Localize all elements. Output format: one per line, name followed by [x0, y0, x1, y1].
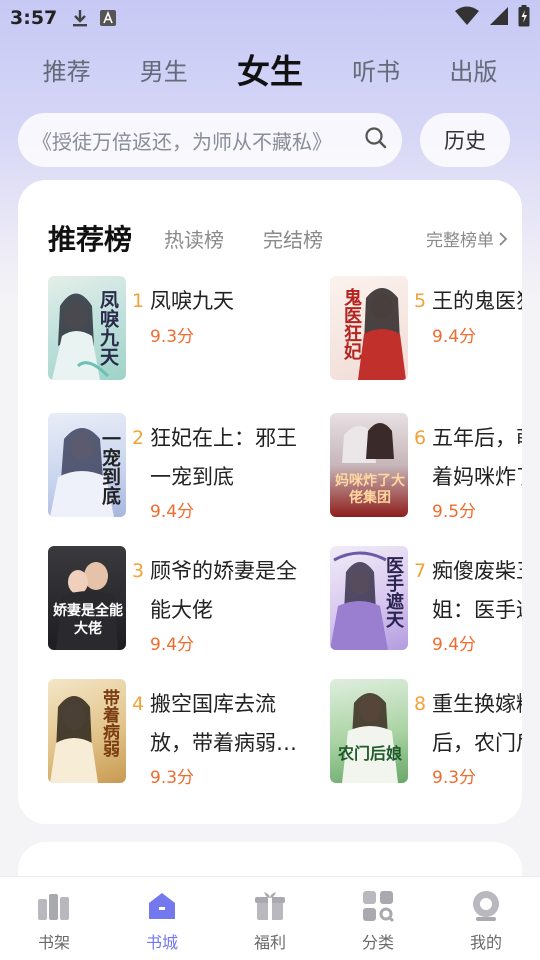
status-bar: 3:57 — [0, 0, 540, 36]
search-icon[interactable] — [364, 126, 388, 154]
profile-icon — [468, 889, 504, 923]
bookstore-icon — [144, 889, 180, 923]
history-button[interactable]: 历史 — [420, 113, 510, 167]
book-cover-title: 医手遮天 — [383, 556, 404, 628]
tab-finished-rank[interactable]: 完结榜 — [263, 224, 323, 253]
book-title: 狂妃在上：邪王一宠到底 — [150, 426, 297, 489]
nav-label: 书城 — [145, 933, 178, 952]
nav-label: 书架 — [37, 933, 70, 952]
book-cover-title: 带着病弱 — [99, 689, 119, 757]
book-cover-title: 农门后娘 — [337, 745, 402, 763]
rank-number: 3 — [132, 560, 145, 582]
book-cover-title: 娇妻是全能大佬 — [53, 603, 123, 637]
category-icon — [360, 889, 396, 923]
book-score: 9.4分 — [432, 635, 477, 655]
tab-audiobook[interactable]: 听书 — [352, 52, 400, 87]
book-score: 9.5分 — [432, 502, 477, 522]
ranking-card: 推荐榜 热读榜 完结榜 完整榜单 凤唳九天 1 凤唳九天 9.3分 一宠到底 2… — [18, 180, 522, 824]
nav-label: 我的 — [469, 933, 502, 952]
book-score: 9.3分 — [150, 768, 195, 788]
book-title: 凤唳九天 — [150, 289, 234, 313]
tab-hot-rank[interactable]: 热读榜 — [164, 224, 224, 253]
book-score: 9.4分 — [150, 635, 195, 655]
status-time: 3:57 — [10, 7, 58, 29]
bottom-nav: 书架 书城 福利 分类 我的 — [0, 876, 540, 960]
signal-icon — [489, 6, 509, 30]
nav-mine[interactable]: 我的 — [446, 877, 526, 953]
rank-number: 2 — [132, 427, 145, 449]
book-item[interactable]: 娇妻是全能大佬 3 顾爷的娇妻是全能大佬 9.4分 — [48, 546, 308, 656]
book-title: 顾爷的娇妻是全能大佬 — [150, 559, 297, 622]
book-cover-title: 一宠到底 — [99, 429, 121, 505]
rank-number: 6 — [414, 427, 427, 449]
book-score: 9.4分 — [432, 327, 477, 347]
gift-icon — [252, 889, 288, 923]
book-score: 9.3分 — [150, 327, 195, 347]
top-tabs: 推荐 男生 女生 听书 出版 — [0, 44, 540, 94]
bookshelf-icon — [36, 889, 72, 923]
download-icon — [71, 8, 89, 28]
book-item[interactable]: 医手遮天 7 痴傻废柴五小姐：医手遮天 9.4分 — [330, 546, 522, 656]
book-title: 五年后，萌宝带着妈咪炸了大佬集团 — [432, 426, 522, 489]
rank-number: 7 — [414, 560, 427, 582]
tab-publish[interactable]: 出版 — [449, 52, 497, 87]
tab-recommend[interactable]: 推荐 — [43, 52, 91, 87]
book-item[interactable]: 凤唳九天 1 凤唳九天 9.3分 — [48, 276, 308, 386]
book-cover-title: 鬼医狂妃 — [341, 288, 362, 360]
tab-female[interactable]: 女生 — [237, 45, 303, 93]
nav-welfare[interactable]: 福利 — [230, 877, 310, 953]
nav-bookshelf[interactable]: 书架 — [14, 877, 94, 953]
nav-bookstore[interactable]: 书城 — [122, 877, 202, 953]
search-row: 《授徒万倍返还，为师从不藏私》 历史 — [18, 113, 522, 167]
nav-category[interactable]: 分类 — [338, 877, 418, 953]
book-item[interactable]: 农门后娘 8 重生换嫁糙汉后，农门后娘 9.3分 — [330, 679, 522, 789]
battery-icon — [518, 5, 530, 31]
tab-recommend-rank[interactable]: 推荐榜 — [48, 218, 132, 258]
book-item[interactable]: 鬼医狂妃 5 王的鬼医狂妃 9.4分 — [330, 276, 522, 386]
rank-number: 1 — [132, 290, 145, 312]
rank-number: 5 — [414, 290, 427, 312]
book-score: 9.4分 — [150, 502, 195, 522]
app-a-icon — [99, 9, 117, 27]
book-item[interactable]: 一宠到底 2 狂妃在上：邪王一宠到底 9.4分 — [48, 413, 308, 523]
tab-male[interactable]: 男生 — [140, 52, 188, 87]
book-cover-title: 凤唳九天 — [97, 290, 119, 366]
ranking-tabs: 推荐榜 热读榜 完结榜 完整榜单 — [48, 218, 508, 258]
wifi-icon — [454, 6, 480, 30]
book-item[interactable]: 带着病弱 4 搬空国库去流放，带着病弱… 9.3分 — [48, 679, 308, 789]
book-cover-title: 妈咪炸了大佬集团 — [335, 473, 405, 506]
rank-number: 8 — [414, 693, 427, 715]
rank-number: 4 — [132, 693, 145, 715]
search-placeholder: 《授徒万倍返还，为师从不藏私》 — [32, 129, 332, 154]
book-title: 重生换嫁糙汉后，农门后娘 — [432, 692, 522, 755]
nav-label: 分类 — [361, 933, 394, 952]
full-list-link[interactable]: 完整榜单 — [426, 226, 508, 251]
book-title: 王的鬼医狂妃 — [432, 289, 522, 313]
nav-label: 福利 — [253, 933, 286, 952]
chevron-right-icon — [499, 231, 508, 246]
book-title: 痴傻废柴五小姐：医手遮天 — [432, 559, 522, 622]
book-title: 搬空国库去流放，带着病弱… — [150, 692, 297, 755]
book-score: 9.3分 — [432, 768, 477, 788]
full-list-label: 完整榜单 — [426, 231, 494, 251]
book-item[interactable]: 妈咪炸了大佬集团 6 五年后，萌宝带着妈咪炸了大佬集团 9.5分 — [330, 413, 522, 523]
search-input[interactable]: 《授徒万倍返还，为师从不藏私》 — [18, 113, 402, 167]
